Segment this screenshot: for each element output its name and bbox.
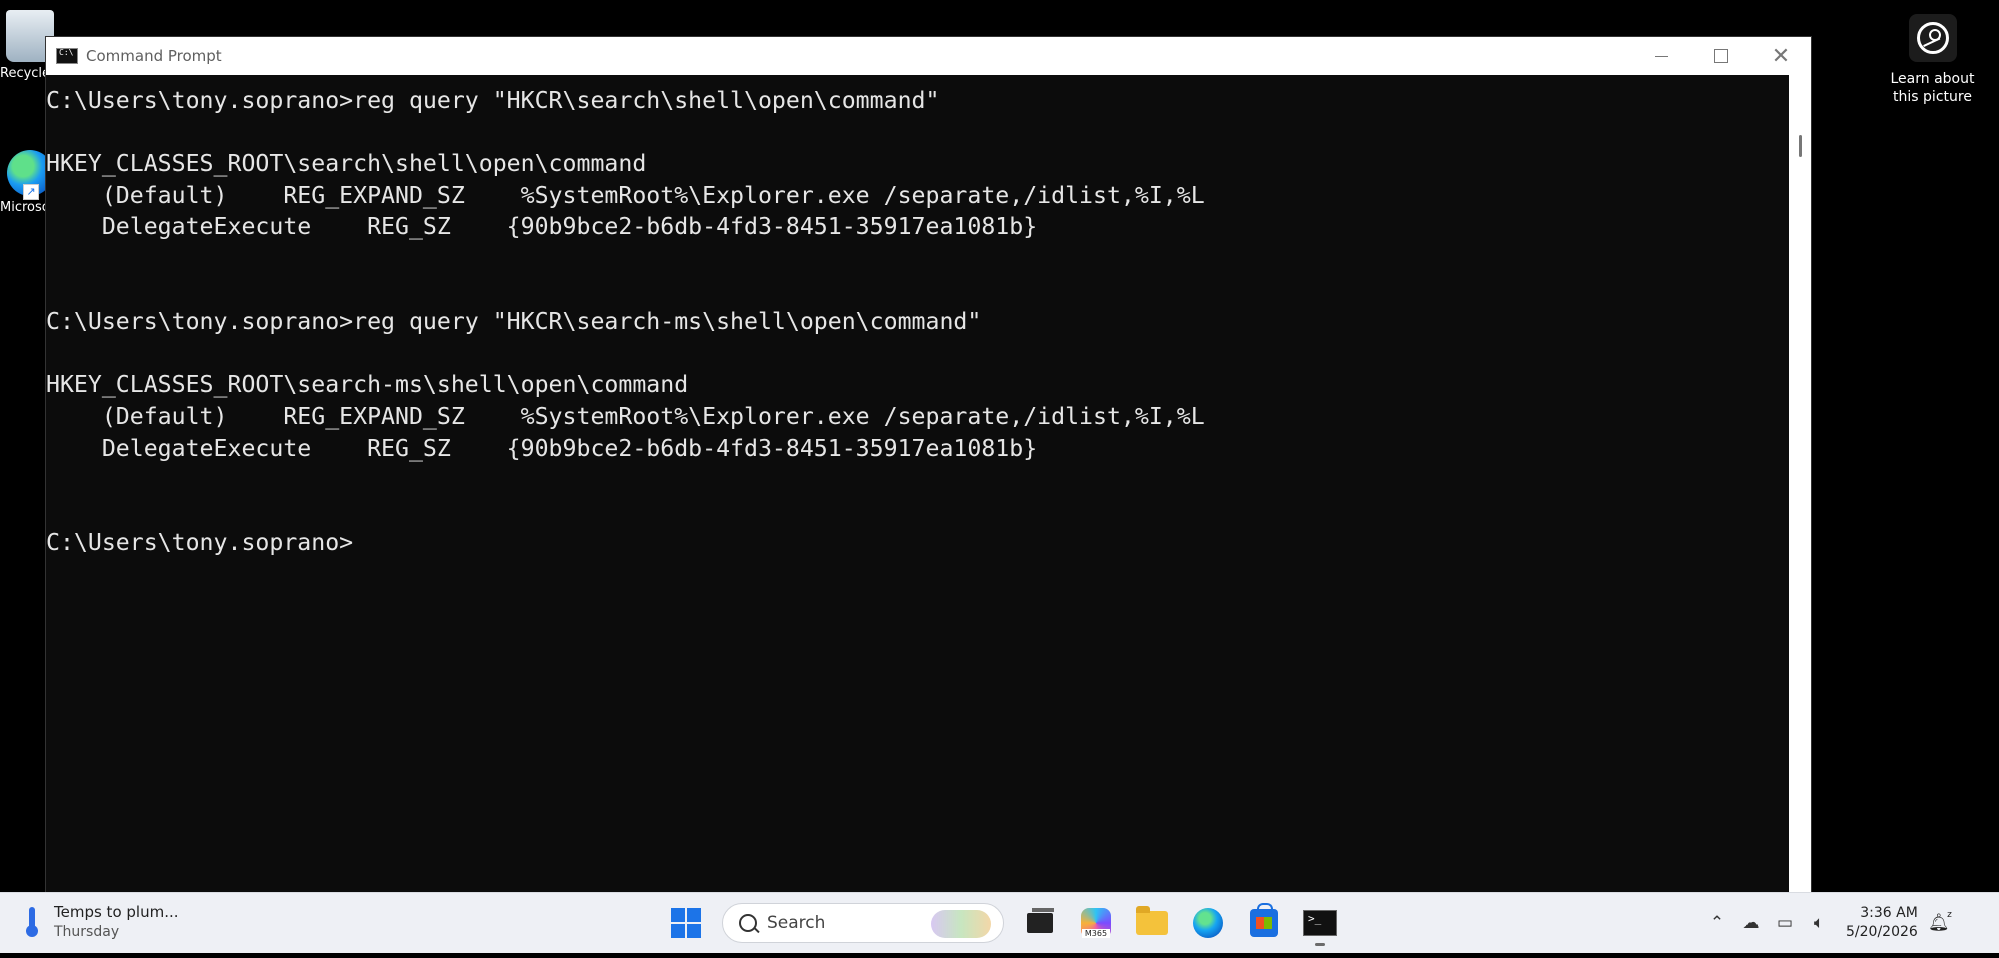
taskbar: Temps to plum... Thursday Search M365 ⌃ … xyxy=(0,892,1999,953)
search-placeholder: Search xyxy=(767,913,826,933)
console-text: C:\Users\tony.soprano>reg query "HKCR\se… xyxy=(46,85,1789,559)
clock-date: 5/20/2026 xyxy=(1846,924,1918,940)
start-button[interactable] xyxy=(665,902,707,944)
store-button[interactable] xyxy=(1243,902,1285,944)
command-prompt-taskbar-button[interactable] xyxy=(1299,902,1341,946)
active-indicator xyxy=(1315,943,1325,946)
minimize-button[interactable] xyxy=(1631,37,1691,75)
console-line: DelegateExecute REG_SZ {90b9bce2-b6db-4f… xyxy=(46,434,1038,462)
clock-time: 3:36 AM xyxy=(1860,905,1918,921)
store-icon xyxy=(1250,903,1278,937)
search-icon xyxy=(739,914,757,932)
chevron-up-icon[interactable]: ⌃ xyxy=(1702,908,1732,938)
m365-label: M365 xyxy=(1082,929,1110,938)
title-bar[interactable]: Command Prompt ✕ xyxy=(46,37,1811,75)
notification-bell-icon[interactable]: 🔔︎ z xyxy=(1926,908,1952,938)
task-view-icon xyxy=(1027,908,1054,933)
taskbar-pinned-apps: Search M365 xyxy=(658,902,1348,946)
m365-icon: M365 xyxy=(1081,908,1111,938)
search-highlight-image xyxy=(931,910,991,938)
maximize-button[interactable] xyxy=(1691,37,1751,75)
taskbar-search[interactable]: Search xyxy=(722,903,1004,943)
console-line: C:\Users\tony.soprano>reg query "HKCR\se… xyxy=(46,87,940,114)
shortcut-arrow-icon: ↗ xyxy=(23,184,39,200)
command-prompt-icon xyxy=(56,48,78,64)
console-line: C:\Users\tony.soprano>reg query "HKCR\se… xyxy=(46,308,982,336)
vertical-scrollbar[interactable] xyxy=(1789,75,1811,897)
system-tray: ⌃ ☁ ▭ 🔈︎ 3:36 AM 5/20/2026 🔔︎ z xyxy=(1700,902,1952,944)
folder-icon xyxy=(1136,906,1168,935)
network-icon[interactable]: ▭ xyxy=(1770,908,1800,938)
console-line: HKEY_CLASSES_ROOT\search\shell\open\comm… xyxy=(46,150,647,178)
weather-widget[interactable]: Temps to plum... Thursday xyxy=(26,903,179,940)
edge-icon xyxy=(1193,908,1223,938)
thermometer-icon xyxy=(26,906,38,937)
weather-title: Temps to plum... xyxy=(54,903,179,921)
minimize-icon xyxy=(1654,55,1668,57)
command-prompt-window: Command Prompt ✕ C:\Users\tony.soprano>r… xyxy=(45,36,1812,898)
terminal-icon xyxy=(1303,910,1337,936)
clock[interactable]: 3:36 AM 5/20/2026 xyxy=(1846,904,1918,942)
learn-about-picture[interactable]: Learn about this picture xyxy=(1875,14,1990,106)
cloud-off-icon[interactable]: ☁ xyxy=(1736,908,1766,938)
window-title: Command Prompt xyxy=(86,47,222,65)
learn-about-picture-icon xyxy=(1908,14,1957,62)
learn-about-line1: Learn about xyxy=(1890,71,1975,87)
maximize-icon xyxy=(1714,49,1728,63)
console-line: (Default) REG_EXPAND_SZ %SystemRoot%\Exp… xyxy=(46,181,1205,209)
scrollbar-thumb[interactable] xyxy=(1799,135,1802,157)
m365-button[interactable]: M365 xyxy=(1075,902,1117,944)
console-output[interactable]: C:\Users\tony.soprano>reg query "HKCR\se… xyxy=(46,75,1789,897)
learn-about-line2: this picture xyxy=(1893,89,1972,105)
console-line: HKEY_CLASSES_ROOT\search-ms\shell\open\c… xyxy=(46,371,689,399)
weather-subtitle: Thursday xyxy=(54,924,120,940)
close-icon: ✕ xyxy=(1771,43,1791,69)
console-line: C:\Users\tony.soprano> xyxy=(46,529,354,557)
windows-logo-icon xyxy=(671,908,701,938)
console-line: DelegateExecute REG_SZ {90b9bce2-b6db-4f… xyxy=(46,213,1038,241)
close-button[interactable]: ✕ xyxy=(1751,37,1811,75)
volume-icon[interactable]: 🔈︎ xyxy=(1804,908,1834,938)
console-line: (Default) REG_EXPAND_SZ %SystemRoot%\Exp… xyxy=(46,402,1205,430)
file-explorer-button[interactable] xyxy=(1131,902,1173,944)
edge-button[interactable] xyxy=(1187,902,1229,944)
task-view-button[interactable] xyxy=(1019,902,1061,944)
